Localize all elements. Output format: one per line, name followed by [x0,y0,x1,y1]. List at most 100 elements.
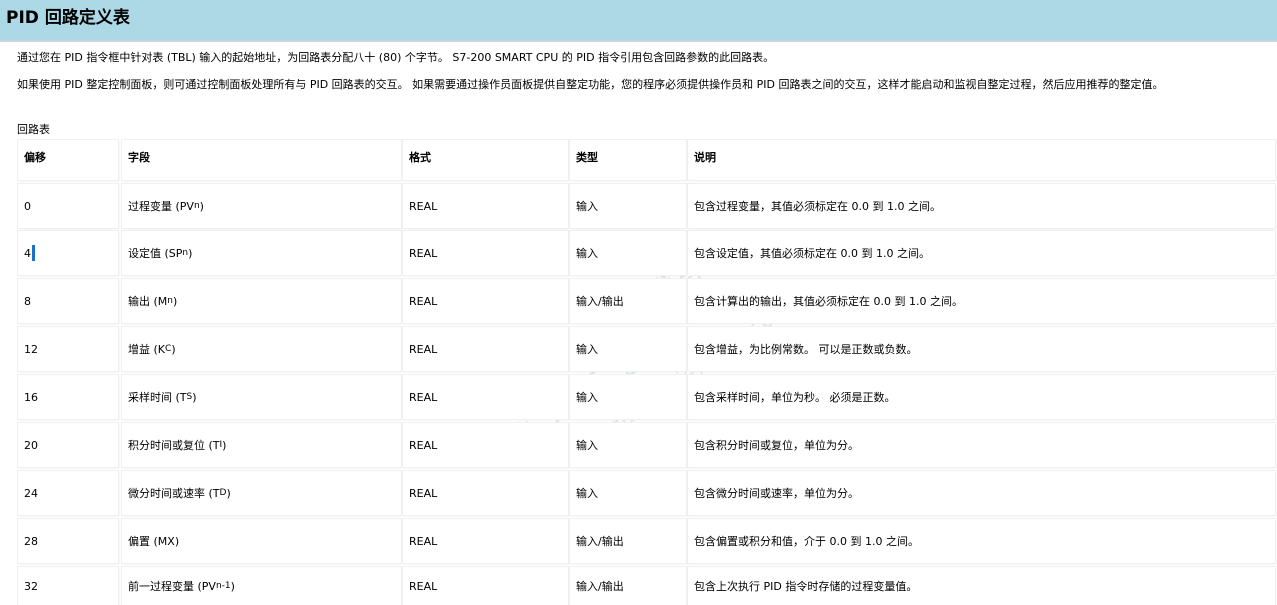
cell-field: 输出 (M n) [122,279,401,323]
field-label: 采样时间 (T [128,391,187,404]
cell-type: 输入 [570,471,686,515]
cell-type: 输入/输出 [570,279,686,323]
field-label: 积分时间或复位 (T [128,439,220,452]
type-text: 输入 [576,439,598,452]
field-suffix: ) [171,342,176,356]
type-text: 输入 [576,247,598,260]
cell-type: 输入 [570,231,686,275]
format-text: REAL [409,534,438,548]
field-label: 前一过程变量 (PV [128,580,216,593]
cell-format: REAL [403,567,568,605]
desc-text: 包含微分时间或速率，单位为分。 [694,487,859,500]
desc-text: 包含积分时间或复位，单位为分。 [694,439,859,452]
cell-type: 输入 [570,184,686,228]
table-caption: 回路表 [17,123,50,136]
cell-type: 输入 [570,327,686,371]
cell-desc: 包含偏置或积分和值，介于 0.0 到 1.0 之间。 [688,519,1275,563]
format-text: REAL [409,199,438,213]
cell-format: REAL [403,519,568,563]
cell-offset: 32 [18,567,118,605]
cell-offset: 4 [18,231,118,275]
cell-offset: 28 [18,519,118,563]
cell-type: 输入 [570,375,686,419]
desc-text: 包含计算出的输出，其值必须标定在 0.0 到 1.0 之间。 [694,295,963,308]
field-label: 输出 (M [128,295,168,308]
field-suffix: ) [188,246,193,260]
offset-text: 0 [24,199,31,213]
offset-text: 16 [24,390,38,404]
format-text: REAL [409,342,438,356]
field-suffix: ) [226,486,231,500]
type-text: 输入 [576,391,598,404]
cell-field: 增益 (K C) [122,327,401,371]
desc-text: 包含偏置或积分和值，介于 0.0 到 1.0 之间。 [694,535,919,548]
field-label: 过程变量 (PV [128,200,194,213]
intro-paragraph: 通过您在 PID 指令框中针对表 (TBL) 输入的起始地址，为回路表分配八十 … [17,51,775,64]
format-text: REAL [409,246,438,260]
offset-text: 32 [24,579,38,593]
cell-offset: 0 [18,184,118,228]
note-paragraph: 如果使用 PID 整定控制面板，则可通过控制面板处理所有与 PID 回路表的交互… [17,78,1164,91]
cell-offset: 16 [18,375,118,419]
cell-format: REAL [403,423,568,467]
cell-format: REAL [403,231,568,275]
cell-desc: 包含微分时间或速率，单位为分。 [688,471,1275,515]
cell-desc: 包含积分时间或复位，单位为分。 [688,423,1275,467]
cell-offset: 20 [18,423,118,467]
header-desc: 说明 [688,140,1275,180]
desc-text: 包含上次执行 PID 指令时存储的过程变量值。 [694,580,918,593]
format-text: REAL [409,390,438,404]
cell-offset: 8 [18,279,118,323]
cell-field: 积分时间或复位 (T I) [122,423,401,467]
field-suffix: ) [173,294,178,308]
type-text: 输入 [576,343,598,356]
cell-format: REAL [403,279,568,323]
field-subscript: n-1 [215,581,231,591]
type-text: 输入/输出 [576,580,624,593]
cell-offset: 24 [18,471,118,515]
field-suffix: ) [199,199,204,213]
field-suffix: ) [192,390,197,404]
cell-desc: 包含过程变量，其值必须标定在 0.0 到 1.0 之间。 [688,184,1275,228]
field-suffix: ) [230,579,235,593]
format-text: REAL [409,294,438,308]
page-header: PID 回路定义表 [0,0,1277,42]
type-text: 输入 [576,200,598,213]
field-subscript: D [219,488,227,498]
type-text: 输入/输出 [576,295,624,308]
field-label: 设定值 (SP [128,247,183,260]
field-label: 偏置 (MX) [128,535,180,548]
desc-text: 包含增益，为比例常数。 可以是正数或负数。 [694,343,918,356]
cell-field: 过程变量 (PV n) [122,184,401,228]
cell-format: REAL [403,375,568,419]
cell-type: 输入 [570,423,686,467]
cell-desc: 包含采样时间，单位为秒。 必须是正数。 [688,375,1275,419]
cell-format: REAL [403,471,568,515]
field-suffix: ) [222,438,227,452]
text-cursor [32,245,35,261]
cell-type: 输入/输出 [570,519,686,563]
header-format: 格式 [403,140,568,180]
format-text: REAL [409,438,438,452]
cell-desc: 包含计算出的输出，其值必须标定在 0.0 到 1.0 之间。 [688,279,1275,323]
offset-text: 28 [24,534,38,548]
offset-text: 8 [24,294,31,308]
cell-offset: 12 [18,327,118,371]
cell-field: 设定值 (SP n) [122,231,401,275]
header-type: 类型 [570,140,686,180]
field-label: 微分时间或速率 (T [128,487,220,500]
desc-text: 包含设定值，其值必须标定在 0.0 到 1.0 之间。 [694,247,930,260]
desc-text: 包含过程变量，其值必须标定在 0.0 到 1.0 之间。 [694,200,941,213]
header-field: 字段 [122,140,401,180]
header-offset: 偏移 [18,140,118,180]
offset-text: 24 [24,486,38,500]
offset-text: 4 [24,246,31,260]
desc-text: 包含采样时间，单位为秒。 必须是正数。 [694,391,896,404]
cell-field: 偏置 (MX) [122,519,401,563]
cell-desc: 包含设定值，其值必须标定在 0.0 到 1.0 之间。 [688,231,1275,275]
type-text: 输入 [576,487,598,500]
type-text: 输入/输出 [576,535,624,548]
format-text: REAL [409,486,438,500]
field-label: 增益 (K [128,343,166,356]
page-title: PID 回路定义表 [6,8,130,28]
